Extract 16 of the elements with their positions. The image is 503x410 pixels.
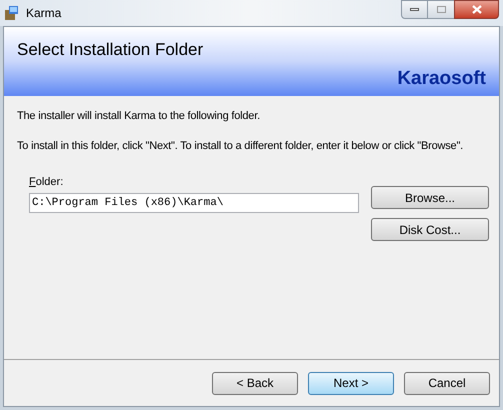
button[interactable]: Browse... <box>371 186 489 209</box>
brand-name: Karaosoft <box>397 66 486 90</box>
window-title: Karma <box>26 5 62 22</box>
folder-field[interactable]: C:\Program Files (x86)\Karma\ <box>29 192 359 212</box>
instruction-text: To install in this folder, click "Next". To install to a different folder, enter it below or click "Browse". <box>17 138 464 154</box>
button[interactable]: < Back <box>212 372 298 394</box>
installer-icon <box>4 5 20 21</box>
folder-label: Folder: <box>29 175 64 190</box>
button[interactable]: Cancel <box>404 372 490 394</box>
instruction-text: The installer will install Karma to the following folder. <box>17 109 261 124</box>
banner-title: Select Installation Folder <box>17 39 204 61</box>
minimize-button[interactable] <box>401 0 428 19</box>
button[interactable]: Disk Cost... <box>371 218 489 241</box>
default-button[interactable]: Next > <box>308 372 394 394</box>
close-button[interactable] <box>454 0 499 19</box>
close-icon <box>472 5 482 14</box>
